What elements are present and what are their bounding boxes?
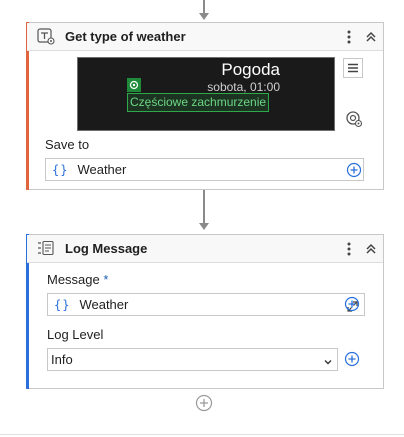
log-level-label: Log Level — [47, 327, 104, 342]
message-label-text: Message — [47, 272, 100, 287]
connector-top-arrow — [199, 13, 209, 20]
add-log-level-variable-button[interactable] — [344, 351, 360, 367]
message-value: Weather — [79, 297, 129, 312]
save-to-input[interactable]: {} Weather — [45, 158, 364, 181]
preview-subtitle: sobota, 01:00 — [207, 80, 280, 94]
chevron-down-icon — [323, 355, 333, 370]
activity-title: Get type of weather — [65, 29, 186, 44]
connector-middle — [203, 190, 205, 224]
target-settings-icon[interactable] — [345, 110, 363, 131]
bottom-divider — [0, 434, 404, 435]
connector-top — [203, 0, 205, 14]
collapse-icon[interactable] — [361, 26, 381, 48]
more-options-icon[interactable] — [339, 238, 359, 260]
save-to-label: Save to — [45, 137, 90, 152]
anchor-icon — [127, 78, 141, 92]
required-marker: * — [103, 272, 109, 287]
log-level-select[interactable]: Info — [47, 348, 338, 371]
connector-middle-arrow — [199, 223, 209, 230]
log-message-icon — [37, 240, 55, 257]
text-target-icon — [37, 28, 55, 45]
message-input[interactable]: {} Weather — [47, 293, 365, 316]
activity-title: Log Message — [65, 241, 148, 256]
preview-title: Pogoda — [221, 60, 280, 79]
more-options-icon[interactable] — [339, 26, 359, 48]
variable-braces-icon: {} — [54, 297, 71, 312]
save-to-value: Weather — [77, 162, 127, 177]
message-label: Message * — [47, 272, 108, 287]
collapse-icon[interactable] — [361, 238, 381, 260]
card-header[interactable]: Log Message — [27, 235, 383, 263]
hamburger-menu-icon[interactable] — [343, 58, 363, 81]
activity-get-type-of-weather[interactable]: Get type of weather Pogoda sobota, 01:00… — [26, 22, 384, 190]
activity-log-message[interactable]: Log Message Message * {} Weather Log Lev… — [26, 234, 384, 389]
add-message-variable-button[interactable] — [344, 296, 360, 312]
card-header[interactable]: Get type of weather — [27, 23, 383, 51]
log-level-value: Info — [51, 352, 73, 367]
selected-target-element: Częściowe zachmurzenie — [127, 93, 270, 112]
target-screenshot-preview[interactable]: Pogoda sobota, 01:00 Częściowe zachmurze… — [77, 57, 335, 131]
add-activity-button[interactable] — [195, 394, 213, 412]
variable-braces-icon: {} — [52, 162, 69, 177]
add-variable-button[interactable] — [346, 162, 362, 178]
